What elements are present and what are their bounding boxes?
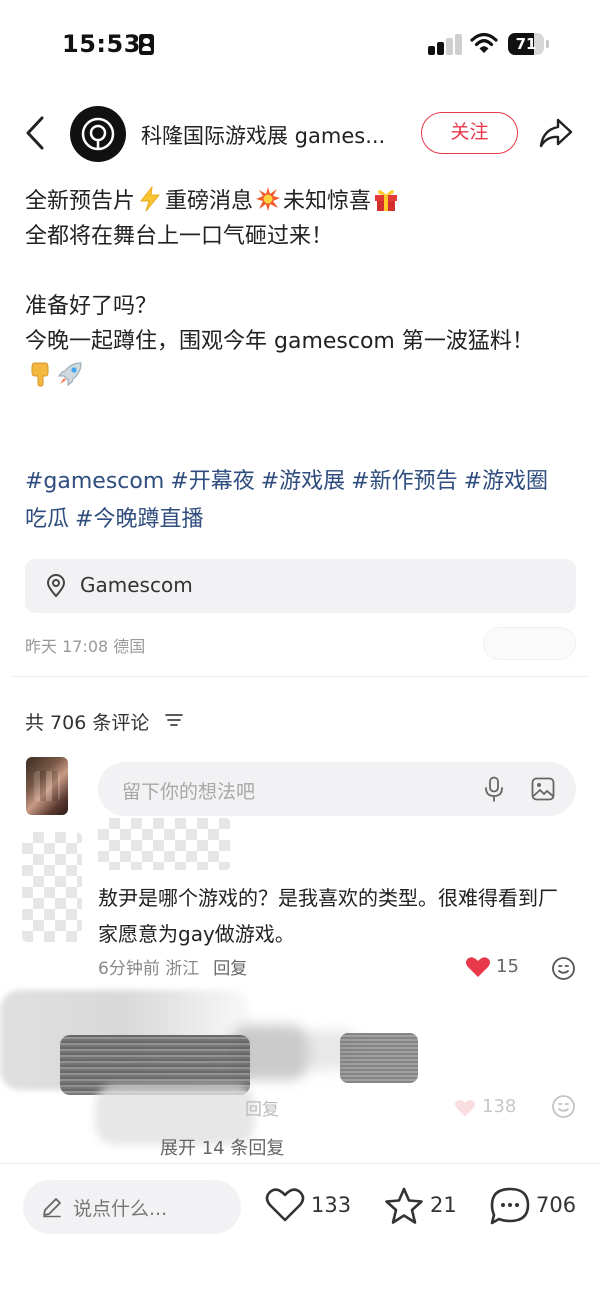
comment-count: 共 706 条评论 <box>25 712 150 734</box>
location-label: Gamescom <box>80 573 193 597</box>
lightning-emoji <box>139 186 161 212</box>
comment-bubble-icon <box>490 1187 530 1225</box>
location-pin-icon <box>46 574 66 598</box>
comment-text: 敖尹是哪个游戏的？是我喜欢的类型。很难得看到厂家愿意为gay做游戏。 <box>98 886 558 946</box>
pencil-icon <box>43 1198 61 1218</box>
gamescom-logo-icon <box>81 117 115 151</box>
battery-icon: 71 <box>508 33 549 55</box>
redacted-commenter-avatar <box>22 832 82 942</box>
heart-icon <box>455 1099 475 1117</box>
hashtag-link[interactable]: 吃瓜 <box>25 507 69 532</box>
comment-input[interactable]: 留下你的想法吧 <box>98 762 576 816</box>
blurred-pill <box>483 627 576 660</box>
hashtag-link[interactable]: #游戏展 <box>261 469 345 494</box>
say-something-input[interactable]: 说点什么... <box>23 1180 241 1234</box>
hashtag-link[interactable]: #新作预告 <box>351 469 457 494</box>
status-time: 15:53 <box>62 30 141 58</box>
wifi-icon <box>470 32 498 54</box>
redacted-commenter-name <box>98 818 230 870</box>
hashtag-link[interactable]: #游戏圈 <box>464 469 548 494</box>
location-chip[interactable]: Gamescom <box>25 559 576 613</box>
author-avatar[interactable] <box>70 106 126 162</box>
expand-replies-link[interactable]: 展开 14 条回复 <box>160 1134 284 1160</box>
say-something-placeholder: 说点什么... <box>73 1198 168 1220</box>
comment-input-placeholder: 留下你的想法吧 <box>122 781 256 803</box>
post-body: 全新预告片 重磅消息 未知惊喜 全都将在舞台上一口气砸过来！ 准备好了吗？ 今晚一起… <box>25 184 575 394</box>
pointing-down-emoji <box>31 362 49 387</box>
comment-like-count: 15 <box>496 956 519 977</box>
comment-like-button[interactable] <box>454 1098 476 1118</box>
share-button[interactable] <box>538 116 574 150</box>
hashtag-link[interactable]: #开幕夜 <box>170 469 254 494</box>
post-line-2: 全都将在舞台上一口气砸过来！ <box>25 224 334 249</box>
gift-emoji <box>375 190 398 211</box>
bottom-action-bar: 说点什么... 133 21 706 <box>0 1163 600 1301</box>
back-button[interactable] <box>22 114 52 152</box>
author-name[interactable]: 科隆国际游戏展 games... <box>141 120 406 150</box>
post-line-4: 今晚一起蹲住，围观今年 gamescom 第一波猛料！ <box>25 329 534 354</box>
like-count: 133 <box>311 1193 352 1217</box>
signal-icon <box>428 33 464 55</box>
comment-like-button[interactable] <box>465 955 491 979</box>
heart-filled-icon <box>466 957 490 977</box>
hashtags: #gamescom #开幕夜 #游戏展 #新作预告 #游戏圈 吃瓜 #今晚蹲直播 <box>25 463 575 539</box>
post-text-news: 重磅消息 <box>165 189 254 214</box>
back-chevron-icon <box>26 116 44 150</box>
star-icon <box>385 1187 423 1224</box>
rocket-emoji <box>58 362 82 386</box>
id-card-icon <box>139 34 154 55</box>
redaction-smudge <box>340 1033 418 1083</box>
post-header: 科隆国际游戏展 games... 关注 <box>0 100 600 166</box>
reply-button[interactable]: 回复 <box>213 959 247 979</box>
post-line-1: 全新预告片 重磅消息 未知惊喜 <box>25 184 575 219</box>
emoji-react-icon[interactable] <box>551 956 576 981</box>
comment-time-location: 6分钟前 浙江 <box>98 959 200 979</box>
battery-level: 71 <box>515 35 537 53</box>
emoji-react-icon[interactable] <box>551 1094 576 1119</box>
divider <box>12 676 588 677</box>
my-avatar <box>26 757 68 815</box>
heart-icon <box>265 1188 305 1222</box>
share-icon <box>539 118 573 148</box>
collision-emoji <box>256 187 281 211</box>
favorite-count: 21 <box>430 1193 457 1217</box>
comment-like-count: 138 <box>482 1096 517 1117</box>
hashtag-link[interactable]: #gamescom <box>25 469 164 494</box>
sort-filter-icon[interactable] <box>165 712 183 728</box>
comment-total: 706 <box>536 1193 577 1217</box>
post-text-surprise: 未知惊喜 <box>283 189 372 214</box>
post-date-location: 昨天 17:08 德国 <box>25 637 146 656</box>
follow-button[interactable]: 关注 <box>421 112 518 154</box>
post-line-5 <box>25 359 575 394</box>
post-line-3: 准备好了吗？ <box>25 294 158 319</box>
status-bar: 15:53 71 <box>0 0 600 90</box>
image-icon[interactable] <box>531 777 555 801</box>
post-text-trailer: 全新预告片 <box>25 189 136 214</box>
mic-icon[interactable] <box>483 776 505 802</box>
comment-meta: 6分钟前 浙江 回复 <box>98 954 247 979</box>
reply-button[interactable]: 回复 <box>245 1095 279 1120</box>
hashtag-link[interactable]: #今晚蹲直播 <box>75 507 203 532</box>
